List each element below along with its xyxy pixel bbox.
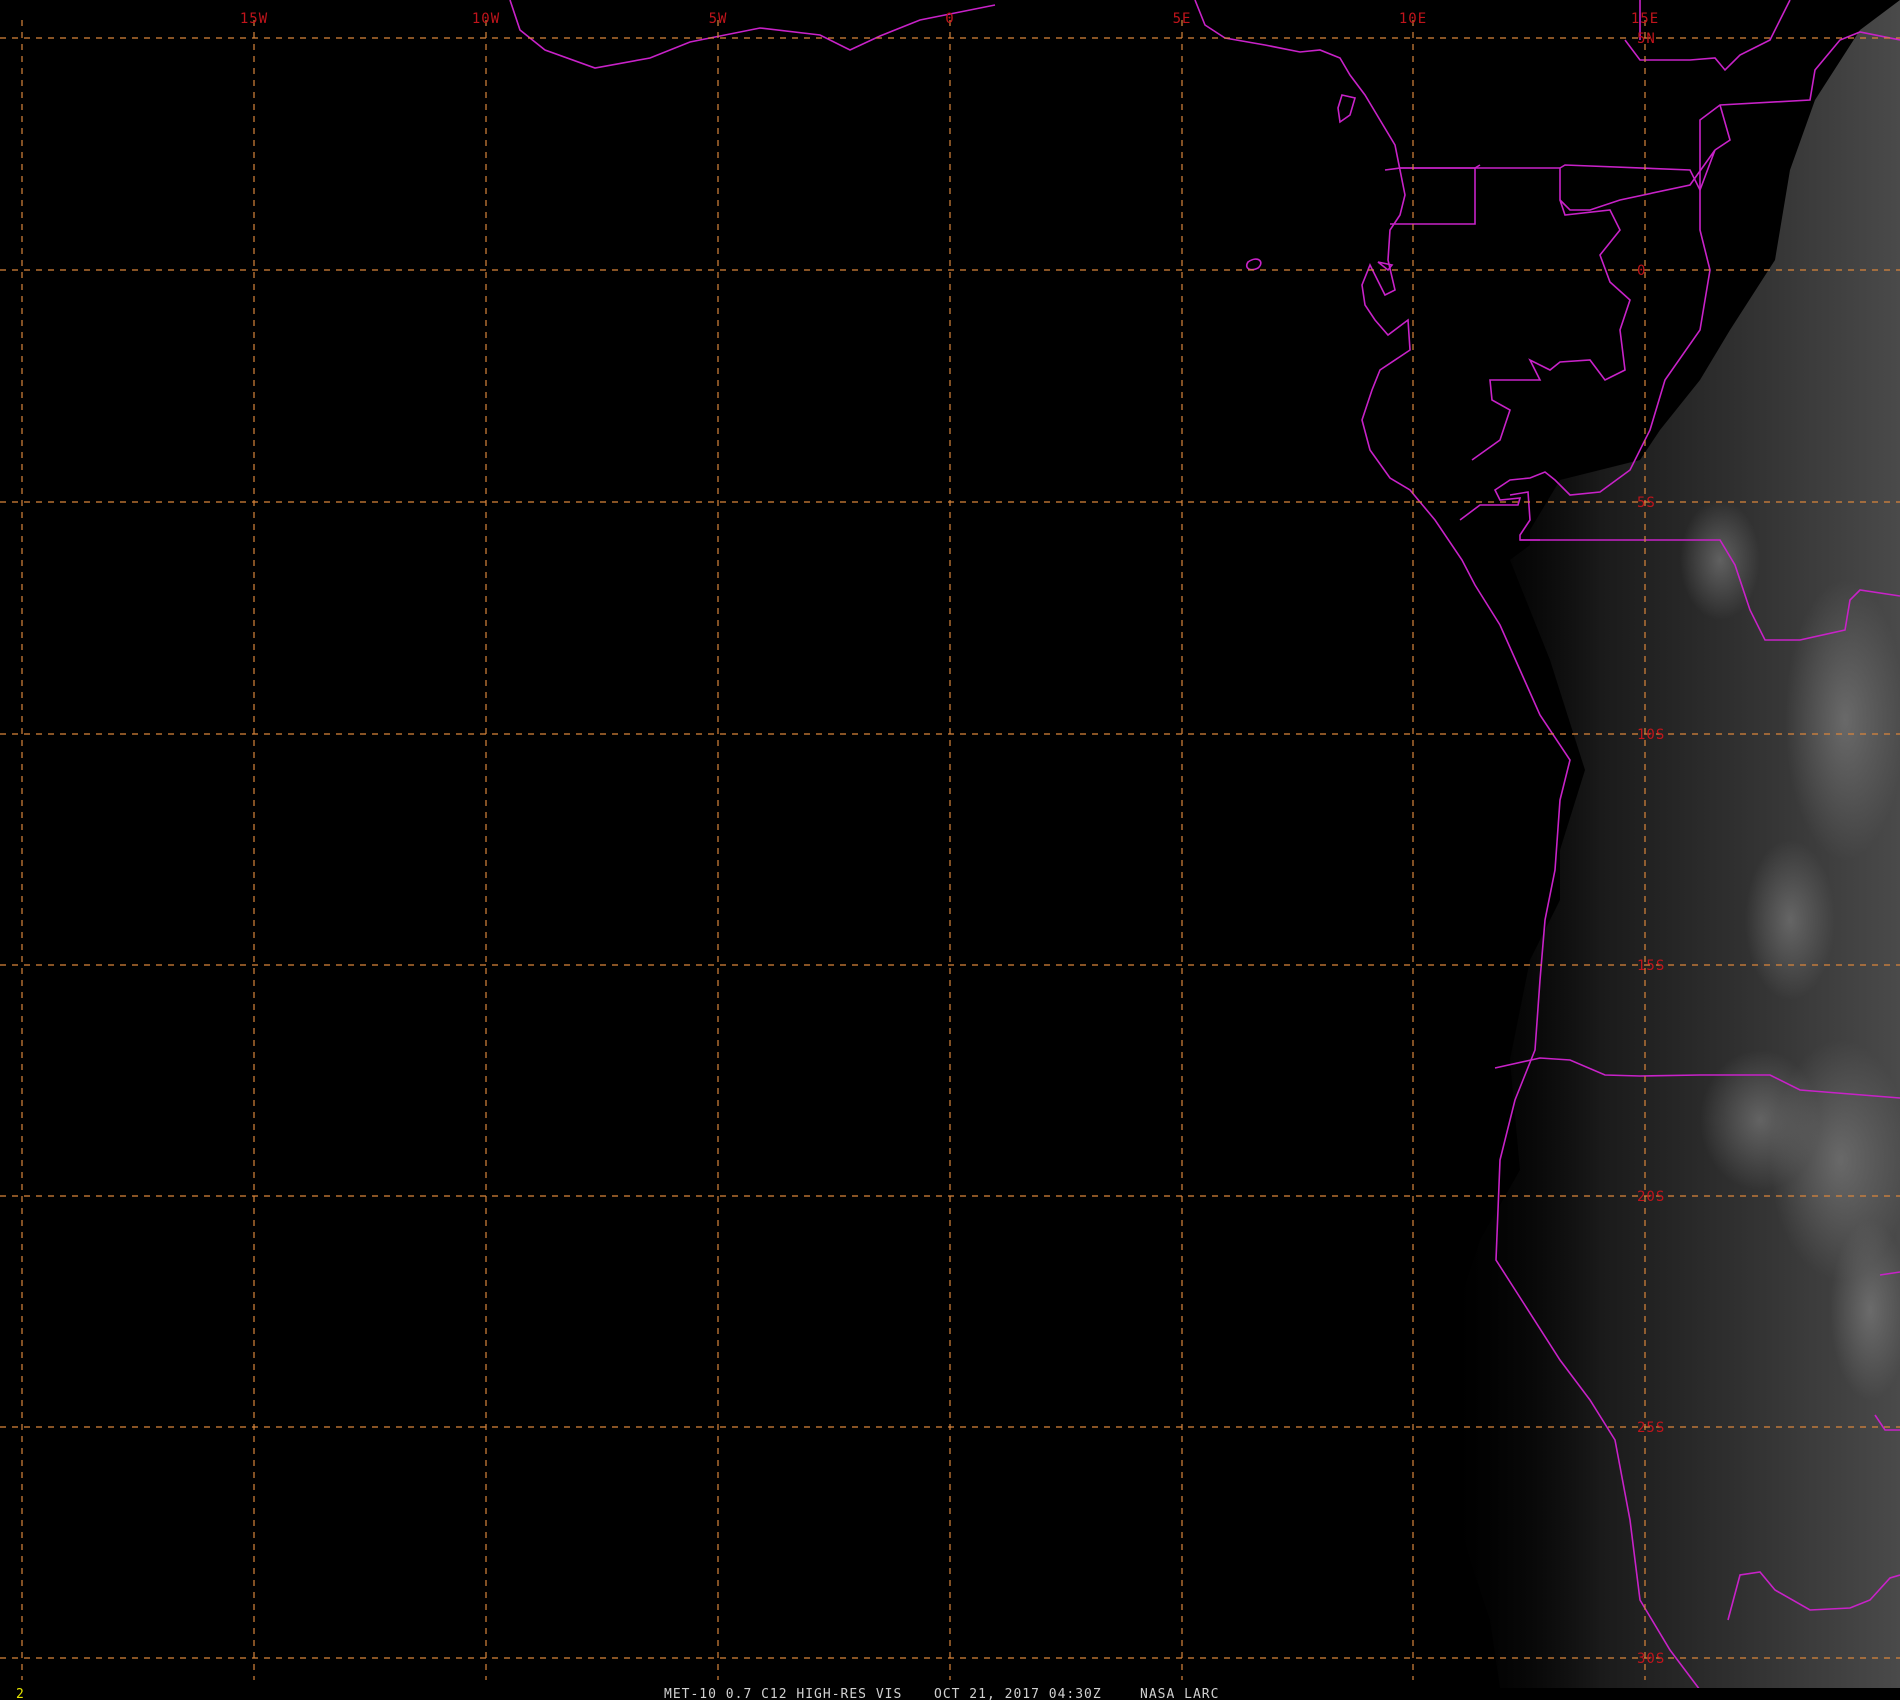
caption-datetime: OCT 21, 2017 04:30Z	[934, 1687, 1102, 1700]
longitude-label: 10W	[472, 11, 500, 27]
frame-number: 2	[16, 1687, 25, 1700]
longitude-label: 5W	[709, 11, 728, 27]
longitude-label: 5E	[1173, 11, 1192, 27]
latitude-label: 15S	[1637, 958, 1665, 974]
latitude-label: 30S	[1637, 1651, 1665, 1667]
longitude-label: 10E	[1399, 11, 1427, 27]
longitude-label: 15E	[1631, 11, 1659, 27]
latitude-label: 5N	[1637, 31, 1656, 47]
caption-product: MET-10 0.7 C12 HIGH-RES VIS	[664, 1687, 902, 1700]
latitude-label: 20S	[1637, 1189, 1665, 1205]
caption-source: NASA LARC	[1140, 1687, 1219, 1700]
latitude-label: 5S	[1637, 495, 1656, 511]
longitude-label: 15W	[240, 11, 268, 27]
longitude-label: 0	[945, 11, 954, 27]
satellite-map: 15W 10W 5W 0 5E 10E 15E 5N 0 5S 10S 15S 20S 25S 30S 2…	[0, 0, 1900, 1700]
latitude-label: 10S	[1637, 727, 1665, 743]
latitude-label: 0	[1637, 263, 1646, 279]
latitude-label: 25S	[1637, 1420, 1665, 1436]
